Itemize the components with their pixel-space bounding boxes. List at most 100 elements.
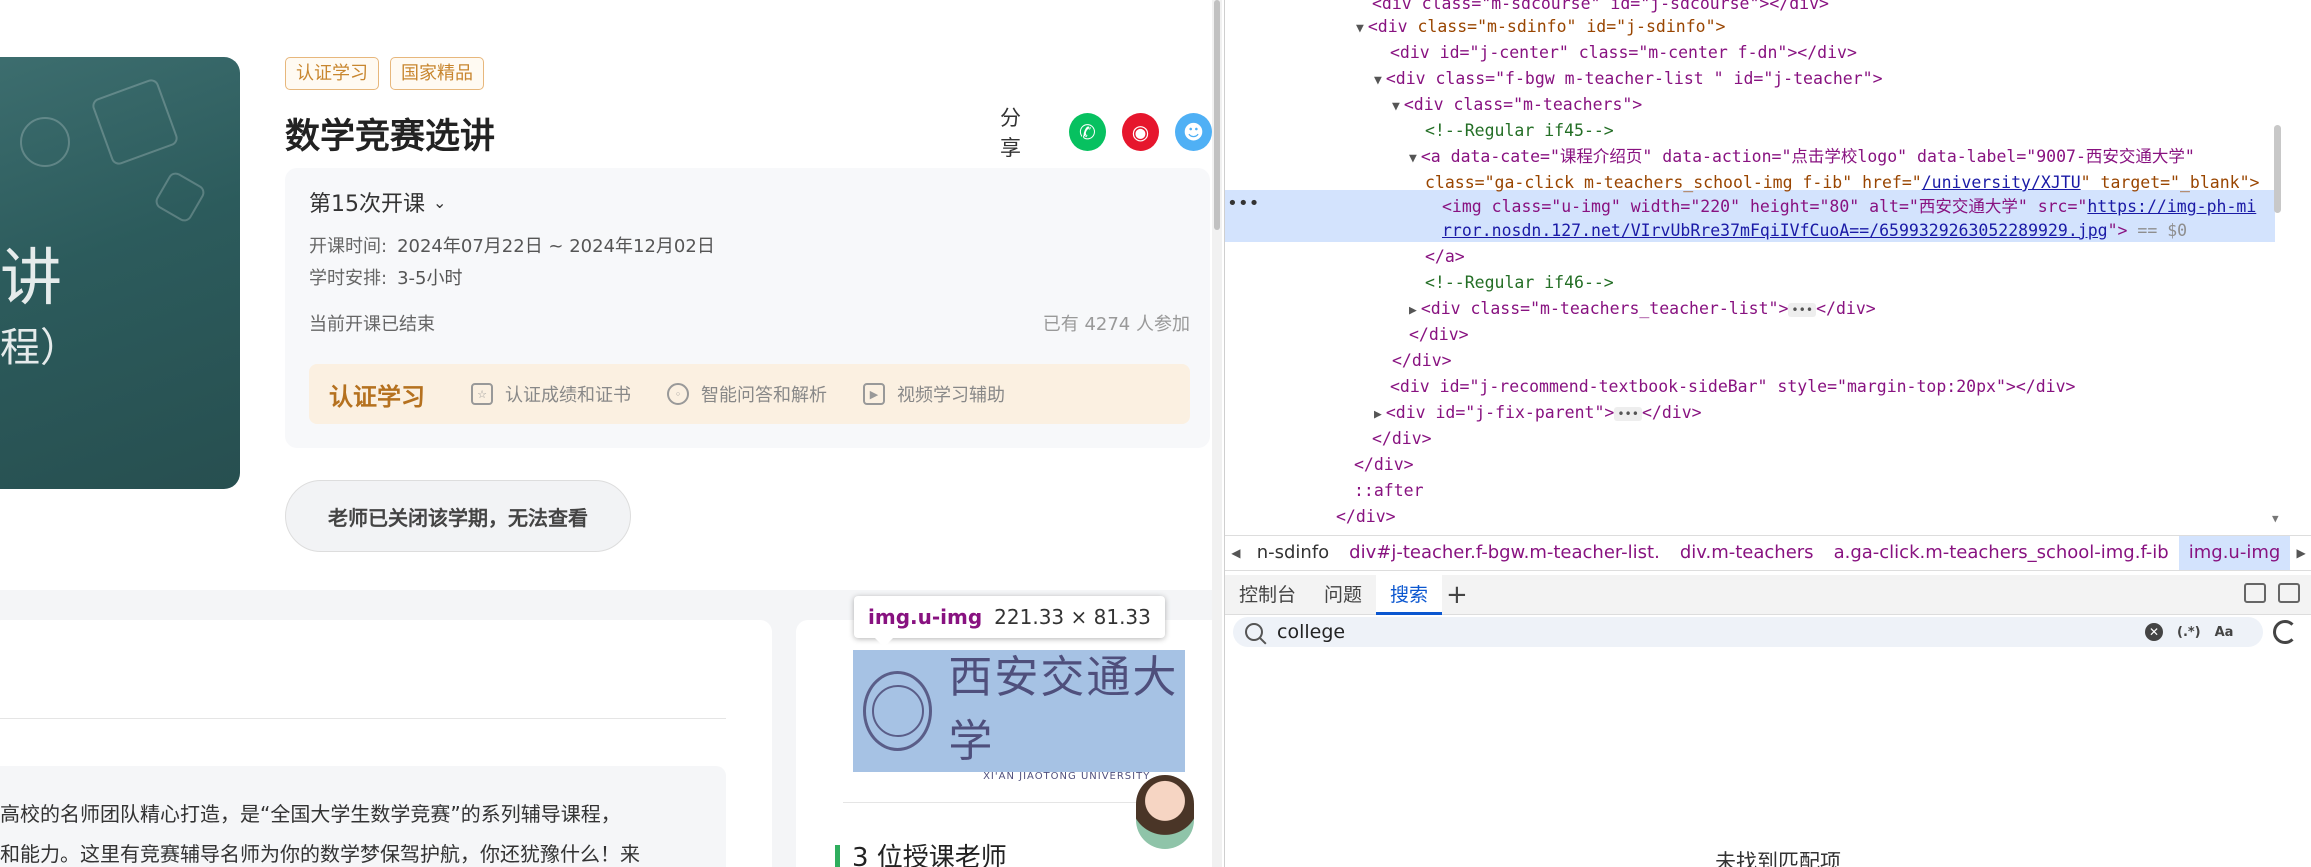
description-line-1: 高校的名师团队精心打造，是“全国大学生数学竞赛”的系列辅导课程， bbox=[0, 802, 621, 826]
breadcrumb-item[interactable]: a.ga-click.m-teachers_school-img.f-ib bbox=[1824, 536, 2179, 570]
elements-scrollbar[interactable]: ▼ bbox=[2271, 0, 2283, 530]
page-scrollbar-thumb[interactable] bbox=[1214, 0, 1220, 230]
dom-line[interactable]: ▼ <a data-cate="课程介绍页" data-action="点击学校l… bbox=[1409, 144, 2195, 170]
dom-attrs: class="ga-click m-teachers_school-img f-… bbox=[1425, 173, 1922, 192]
course-schedule: 学时安排: 3-5小时 bbox=[309, 264, 462, 290]
dom-href-link[interactable]: /university/XJTU bbox=[1922, 173, 2081, 192]
circle-doodle bbox=[20, 117, 70, 167]
page-scrollbar[interactable] bbox=[1212, 0, 1222, 867]
dom-line-text: <div class="m-sdcourse" id="j-sdcourse">… bbox=[1372, 0, 1829, 13]
devtools-panel: ••• <div class="m-sdcourse" id="j-sdcour… bbox=[1224, 0, 2311, 867]
breadcrumb-item[interactable]: n-sdinfo bbox=[1247, 536, 1339, 570]
play-icon: ▶ bbox=[863, 383, 885, 405]
dom-line[interactable]: </a> bbox=[1425, 244, 1465, 270]
dom-line[interactable]: </div> bbox=[1392, 348, 1452, 374]
qq-share-icon[interactable]: ☻ bbox=[1174, 113, 1212, 151]
node-menu-icon[interactable]: ••• bbox=[1227, 193, 1260, 214]
dom-line-text: ::after bbox=[1354, 481, 1424, 500]
course-schedule-label: 学时安排: bbox=[309, 268, 388, 289]
search-input[interactable] bbox=[1277, 621, 2137, 643]
dom-line[interactable]: ▶ <div class="m-teachers_teacher-list"> ••… bbox=[1409, 296, 1876, 322]
scroll-down-icon[interactable]: ▼ bbox=[2272, 512, 2279, 525]
tab-issues[interactable]: 问题 bbox=[1310, 575, 1376, 615]
university-logo[interactable]: 西安交通大学 XI'AN JIAOTONG UNIVERSITY bbox=[853, 650, 1185, 782]
collapsed-dots-icon[interactable]: ••• bbox=[1788, 302, 1817, 317]
dom-line-text: </div> bbox=[1336, 507, 1396, 526]
term-selector[interactable]: 第15次开课 ⌄ bbox=[309, 186, 446, 218]
assistant-avatar[interactable] bbox=[1136, 775, 1194, 849]
cover-title-text: 讲 bbox=[0, 241, 63, 314]
dom-src-link[interactable]: https://img-ph-mi bbox=[2087, 197, 2256, 216]
dom-pseudo[interactable]: ::after bbox=[1354, 478, 1424, 504]
clear-search-icon[interactable]: ✕ bbox=[2145, 623, 2163, 641]
refresh-icon[interactable] bbox=[2273, 620, 2297, 644]
dom-line[interactable]: class="ga-click m-teachers_school-img f-… bbox=[1425, 170, 2259, 196]
breadcrumb-item[interactable]: div#j-teacher.f-bgw.m-teacher-list. bbox=[1339, 536, 1670, 570]
search-bar: ✕ (.*) Aa bbox=[1233, 617, 2263, 647]
breadcrumb-right-icon[interactable]: ▶ bbox=[2290, 546, 2311, 560]
dom-line-text: <!--Regular if45--> bbox=[1425, 121, 1614, 140]
dom-line-text: </div> bbox=[1816, 299, 1876, 318]
dom-line[interactable]: <div id="j-center" class="m-center f-dn"… bbox=[1390, 40, 1857, 66]
weibo-share-icon[interactable]: ◉ bbox=[1121, 113, 1159, 151]
elements-scrollbar-thumb[interactable] bbox=[2274, 125, 2281, 213]
expand-triangle-icon[interactable]: ▼ bbox=[1374, 73, 1382, 88]
course-cover-image[interactable]: 讲 程） bbox=[0, 57, 240, 489]
expand-triangle-icon[interactable]: ▼ bbox=[1392, 99, 1400, 114]
dom-line[interactable]: <div id="j-recommend-textbook-sideBar" s… bbox=[1390, 374, 2075, 400]
tab-console[interactable]: 控制台 bbox=[1225, 575, 1310, 615]
dom-line-text: <div id="j-recommend-textbook-sideBar" s… bbox=[1390, 377, 2076, 396]
cover-subtitle-text: 程） bbox=[0, 325, 80, 371]
breadcrumb-item[interactable]: div.m-teachers bbox=[1670, 536, 1824, 570]
course-status: 当前开课已结束 bbox=[309, 314, 435, 335]
dom-line[interactable]: </div> bbox=[1409, 322, 1469, 348]
dom-comment[interactable]: <!--Regular if45--> bbox=[1425, 118, 1614, 144]
dom-src-link[interactable]: rror.nosdn.127.net/VIrvUbRre37mFqiIVfCuo… bbox=[1442, 221, 2108, 240]
tag-national-quality: 国家精品 bbox=[390, 57, 484, 90]
certification-bar[interactable]: 认证学习 ☆ 认证成绩和证书 ◦ 智能问答和解析 ▶ 视频学习辅助 bbox=[309, 364, 1190, 424]
dom-line[interactable]: </div> bbox=[1336, 504, 1396, 530]
dom-line[interactable]: ▼ <div class="m-teachers"> bbox=[1392, 92, 1642, 118]
dom-line-text: <div class="m-teachers"> bbox=[1403, 95, 1643, 114]
wechat-share-icon[interactable]: ✆ bbox=[1068, 113, 1106, 151]
dom-line[interactable]: ▼ <div class="f-bgw m-teacher-list " id="… bbox=[1374, 66, 1883, 92]
breadcrumb-left-icon[interactable]: ◀ bbox=[1225, 546, 1247, 560]
dom-line[interactable]: ▼ <div class="m-sdinfo" id="j-sdinfo"> bbox=[1356, 14, 1725, 40]
dom-line[interactable]: </div> bbox=[1372, 426, 1432, 452]
expand-triangle-icon[interactable]: ▶ bbox=[1409, 303, 1417, 318]
dock-icon[interactable] bbox=[2244, 583, 2266, 603]
regex-toggle[interactable]: (.*) bbox=[2177, 625, 2201, 640]
cert-feature-qa: ◦ 智能问答和解析 bbox=[667, 381, 827, 407]
add-tab-icon[interactable]: + bbox=[1446, 580, 1468, 610]
term-closed-button[interactable]: 老师已关闭该学期，无法查看 bbox=[285, 480, 631, 552]
dom-line-text: "> bbox=[2107, 221, 2128, 240]
search-icon bbox=[1245, 623, 1263, 641]
expand-triangle-icon[interactable]: ▼ bbox=[1409, 151, 1417, 166]
dom-line-text: </div> bbox=[1392, 351, 1452, 370]
term-label: 第15次开课 bbox=[309, 192, 425, 217]
dom-line-selected[interactable]: <img class="u-img" width="220" height="8… bbox=[1442, 194, 2256, 220]
dom-comment[interactable]: <!--Regular if46--> bbox=[1425, 270, 1614, 296]
course-schedule-value: 3-5小时 bbox=[397, 268, 463, 289]
description-line-2: 和能力。这里有竞赛辅导名师为你的数学梦保驾护航，你还犹豫什么！来 bbox=[0, 842, 640, 866]
match-case-toggle[interactable]: Aa bbox=[2215, 625, 2234, 640]
dom-line-text: </div> bbox=[1354, 455, 1414, 474]
dom-line[interactable]: </div> bbox=[1354, 452, 1414, 478]
dom-line-text: <div id="j-center" class="m-center f-dn"… bbox=[1390, 43, 1857, 62]
breadcrumb: ◀ n-sdinfo div#j-teacher.f-bgw.m-teacher… bbox=[1225, 535, 2311, 571]
university-name: 西安交通大学 XI'AN JIAOTONG UNIVERSITY bbox=[948, 641, 1185, 782]
tab-search[interactable]: 搜索 bbox=[1376, 574, 1443, 615]
description-divider bbox=[0, 718, 726, 719]
tag-certified: 认证学习 bbox=[285, 57, 379, 90]
dom-line-selected[interactable]: rror.nosdn.127.net/VIrvUbRre37mFqiIVfCuo… bbox=[1442, 218, 2187, 244]
breadcrumb-item-selected[interactable]: img.u-img bbox=[2178, 536, 2291, 570]
panel-icon[interactable] bbox=[2278, 583, 2300, 603]
dom-attrs: class="m-sdinfo" id="j-sdinfo"> bbox=[1417, 17, 1726, 36]
teachers-heading: 3 位授课老师 bbox=[835, 845, 1007, 867]
dom-line[interactable]: ▶ <div id="j-fix-parent"> ••• </div> bbox=[1374, 400, 1702, 426]
tooltip-dimensions: 221.33 × 81.33 bbox=[994, 605, 1151, 629]
dom-line-text: <div id="j-fix-parent"> bbox=[1385, 403, 1615, 422]
collapsed-dots-icon[interactable]: ••• bbox=[1614, 406, 1642, 421]
expand-triangle-icon[interactable]: ▼ bbox=[1356, 21, 1364, 36]
expand-triangle-icon[interactable]: ▶ bbox=[1374, 407, 1382, 422]
